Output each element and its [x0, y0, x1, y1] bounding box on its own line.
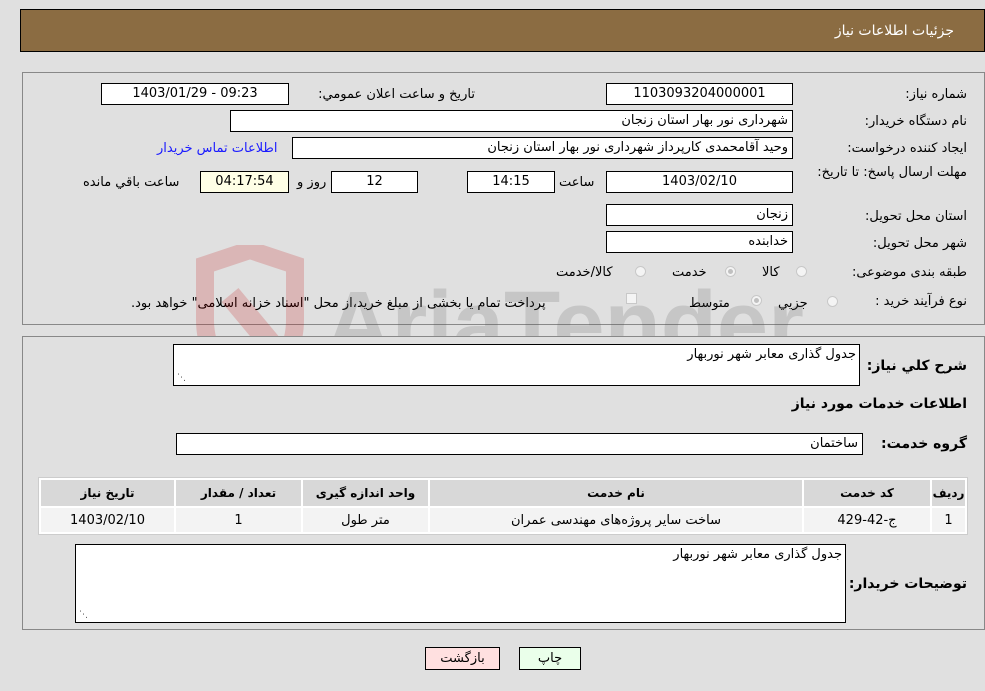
table-row: 1 ج-42-429 ساخت سایر پروژه‌های مهندسی عم…	[41, 508, 965, 532]
time-remaining-label: ساعت باقي مانده	[83, 175, 180, 190]
cell-service-name: ساخت سایر پروژه‌های مهندسی عمران	[430, 508, 802, 532]
process-medium-label: متوسط	[689, 296, 730, 311]
category-service-label: خدمت	[672, 265, 707, 280]
category-service-radio[interactable]	[725, 266, 736, 277]
time-remaining-field: 04:17:54	[200, 171, 289, 193]
requester-label: ايجاد کننده درخواست:	[847, 141, 967, 156]
services-heading: اطلاعات خدمات مورد نياز	[791, 396, 967, 412]
category-goods-service-label: کالا/خدمت	[556, 265, 613, 280]
back-button[interactable]: بازگشت	[425, 647, 500, 670]
cell-row-number: 1	[932, 508, 965, 532]
service-group-field: ساختمان	[176, 433, 863, 455]
service-group-label: گروه خدمت:	[881, 436, 967, 452]
buyer-notes-text: جدول گذاری معابر شهر نوربهار	[673, 547, 842, 562]
table-header-row: رديف کد خدمت نام خدمت واحد اندازه گيری ت…	[41, 480, 965, 506]
delivery-province-label: استان محل تحویل:	[865, 209, 967, 224]
process-small-radio[interactable]	[827, 296, 838, 307]
announce-datetime-label: تاریخ و ساعت اعلان عمومي:	[318, 87, 475, 102]
cell-quantity: 1	[176, 508, 301, 532]
delivery-city-label: شهر محل تحویل:	[872, 236, 967, 251]
buyer-notes-label: توضيحات خريدار:	[848, 576, 967, 592]
requester-field: وحید آقامحمدی کارپرداز شهرداری نور بهار …	[292, 137, 793, 159]
need-number-label: شماره نیاز:	[905, 87, 967, 102]
services-table: رديف کد خدمت نام خدمت واحد اندازه گيری ت…	[38, 477, 968, 535]
deadline-time-label: ساعت	[559, 175, 595, 190]
col-service-name: نام خدمت	[430, 480, 802, 506]
category-goods-service-radio[interactable]	[635, 266, 646, 277]
days-label: روز و	[297, 175, 327, 190]
purchase-process-label: نوع فرآیند خرید :	[875, 294, 967, 309]
announce-datetime-field: 1403/01/29 - 09:23	[101, 83, 289, 105]
delivery-city-field: خدابنده	[606, 231, 793, 253]
cell-need-date: 1403/02/10	[41, 508, 174, 532]
deadline-date-field: 1403/02/10	[606, 171, 793, 193]
page-header: جزئیات اطلاعات نیاز	[20, 9, 985, 52]
process-medium-radio[interactable]	[751, 295, 762, 306]
treasury-note: پرداخت تمام يا بخشی از مبلغ خرید،از محل …	[131, 296, 546, 311]
category-label: طبقه بندی موضوعی:	[851, 265, 967, 280]
col-row-number: رديف	[932, 480, 965, 506]
resize-grip-icon[interactable]: ⋰	[79, 610, 88, 620]
deadline-time-field: 14:15	[467, 171, 555, 193]
need-number-field: 1103093204000001	[606, 83, 793, 105]
print-button[interactable]: چاپ	[519, 647, 581, 670]
col-service-code: کد خدمت	[804, 480, 930, 506]
resize-grip-icon[interactable]: ⋰	[177, 373, 186, 383]
col-quantity: تعداد / مقدار	[176, 480, 301, 506]
buyer-contact-link[interactable]: اطلاعات تماس خريدار	[157, 141, 277, 156]
buyer-org-field: شهرداری نور بهار استان زنجان	[230, 110, 793, 132]
page-title: جزئیات اطلاعات نیاز	[834, 23, 954, 39]
summary-textarea[interactable]: جدول گذاری معابر شهر نوربهار ⋰	[173, 344, 860, 386]
deadline-label: مهلت ارسال پاسخ: تا تاریخ:	[817, 165, 967, 180]
buyer-org-label: نام دستگاه خريدار:	[864, 114, 967, 129]
summary-label: شرح كلي نياز:	[866, 358, 967, 374]
days-remaining-field: 12	[331, 171, 418, 193]
category-goods-radio[interactable]	[796, 266, 807, 277]
delivery-province-field: زنجان	[606, 204, 793, 226]
col-unit: واحد اندازه گيری	[303, 480, 428, 506]
buyer-notes-textarea[interactable]: جدول گذاری معابر شهر نوربهار ⋰	[75, 544, 846, 623]
cell-service-code: ج-42-429	[804, 508, 930, 532]
process-small-label: جزيي	[778, 296, 808, 311]
cell-unit: متر طول	[303, 508, 428, 532]
col-need-date: تاريخ نياز	[41, 480, 174, 506]
services-table-wrapper: رديف کد خدمت نام خدمت واحد اندازه گيری ت…	[38, 477, 968, 535]
category-goods-label: کالا	[762, 265, 780, 280]
summary-text: جدول گذاری معابر شهر نوربهار	[687, 347, 856, 362]
treasury-checkbox[interactable]	[626, 293, 637, 304]
